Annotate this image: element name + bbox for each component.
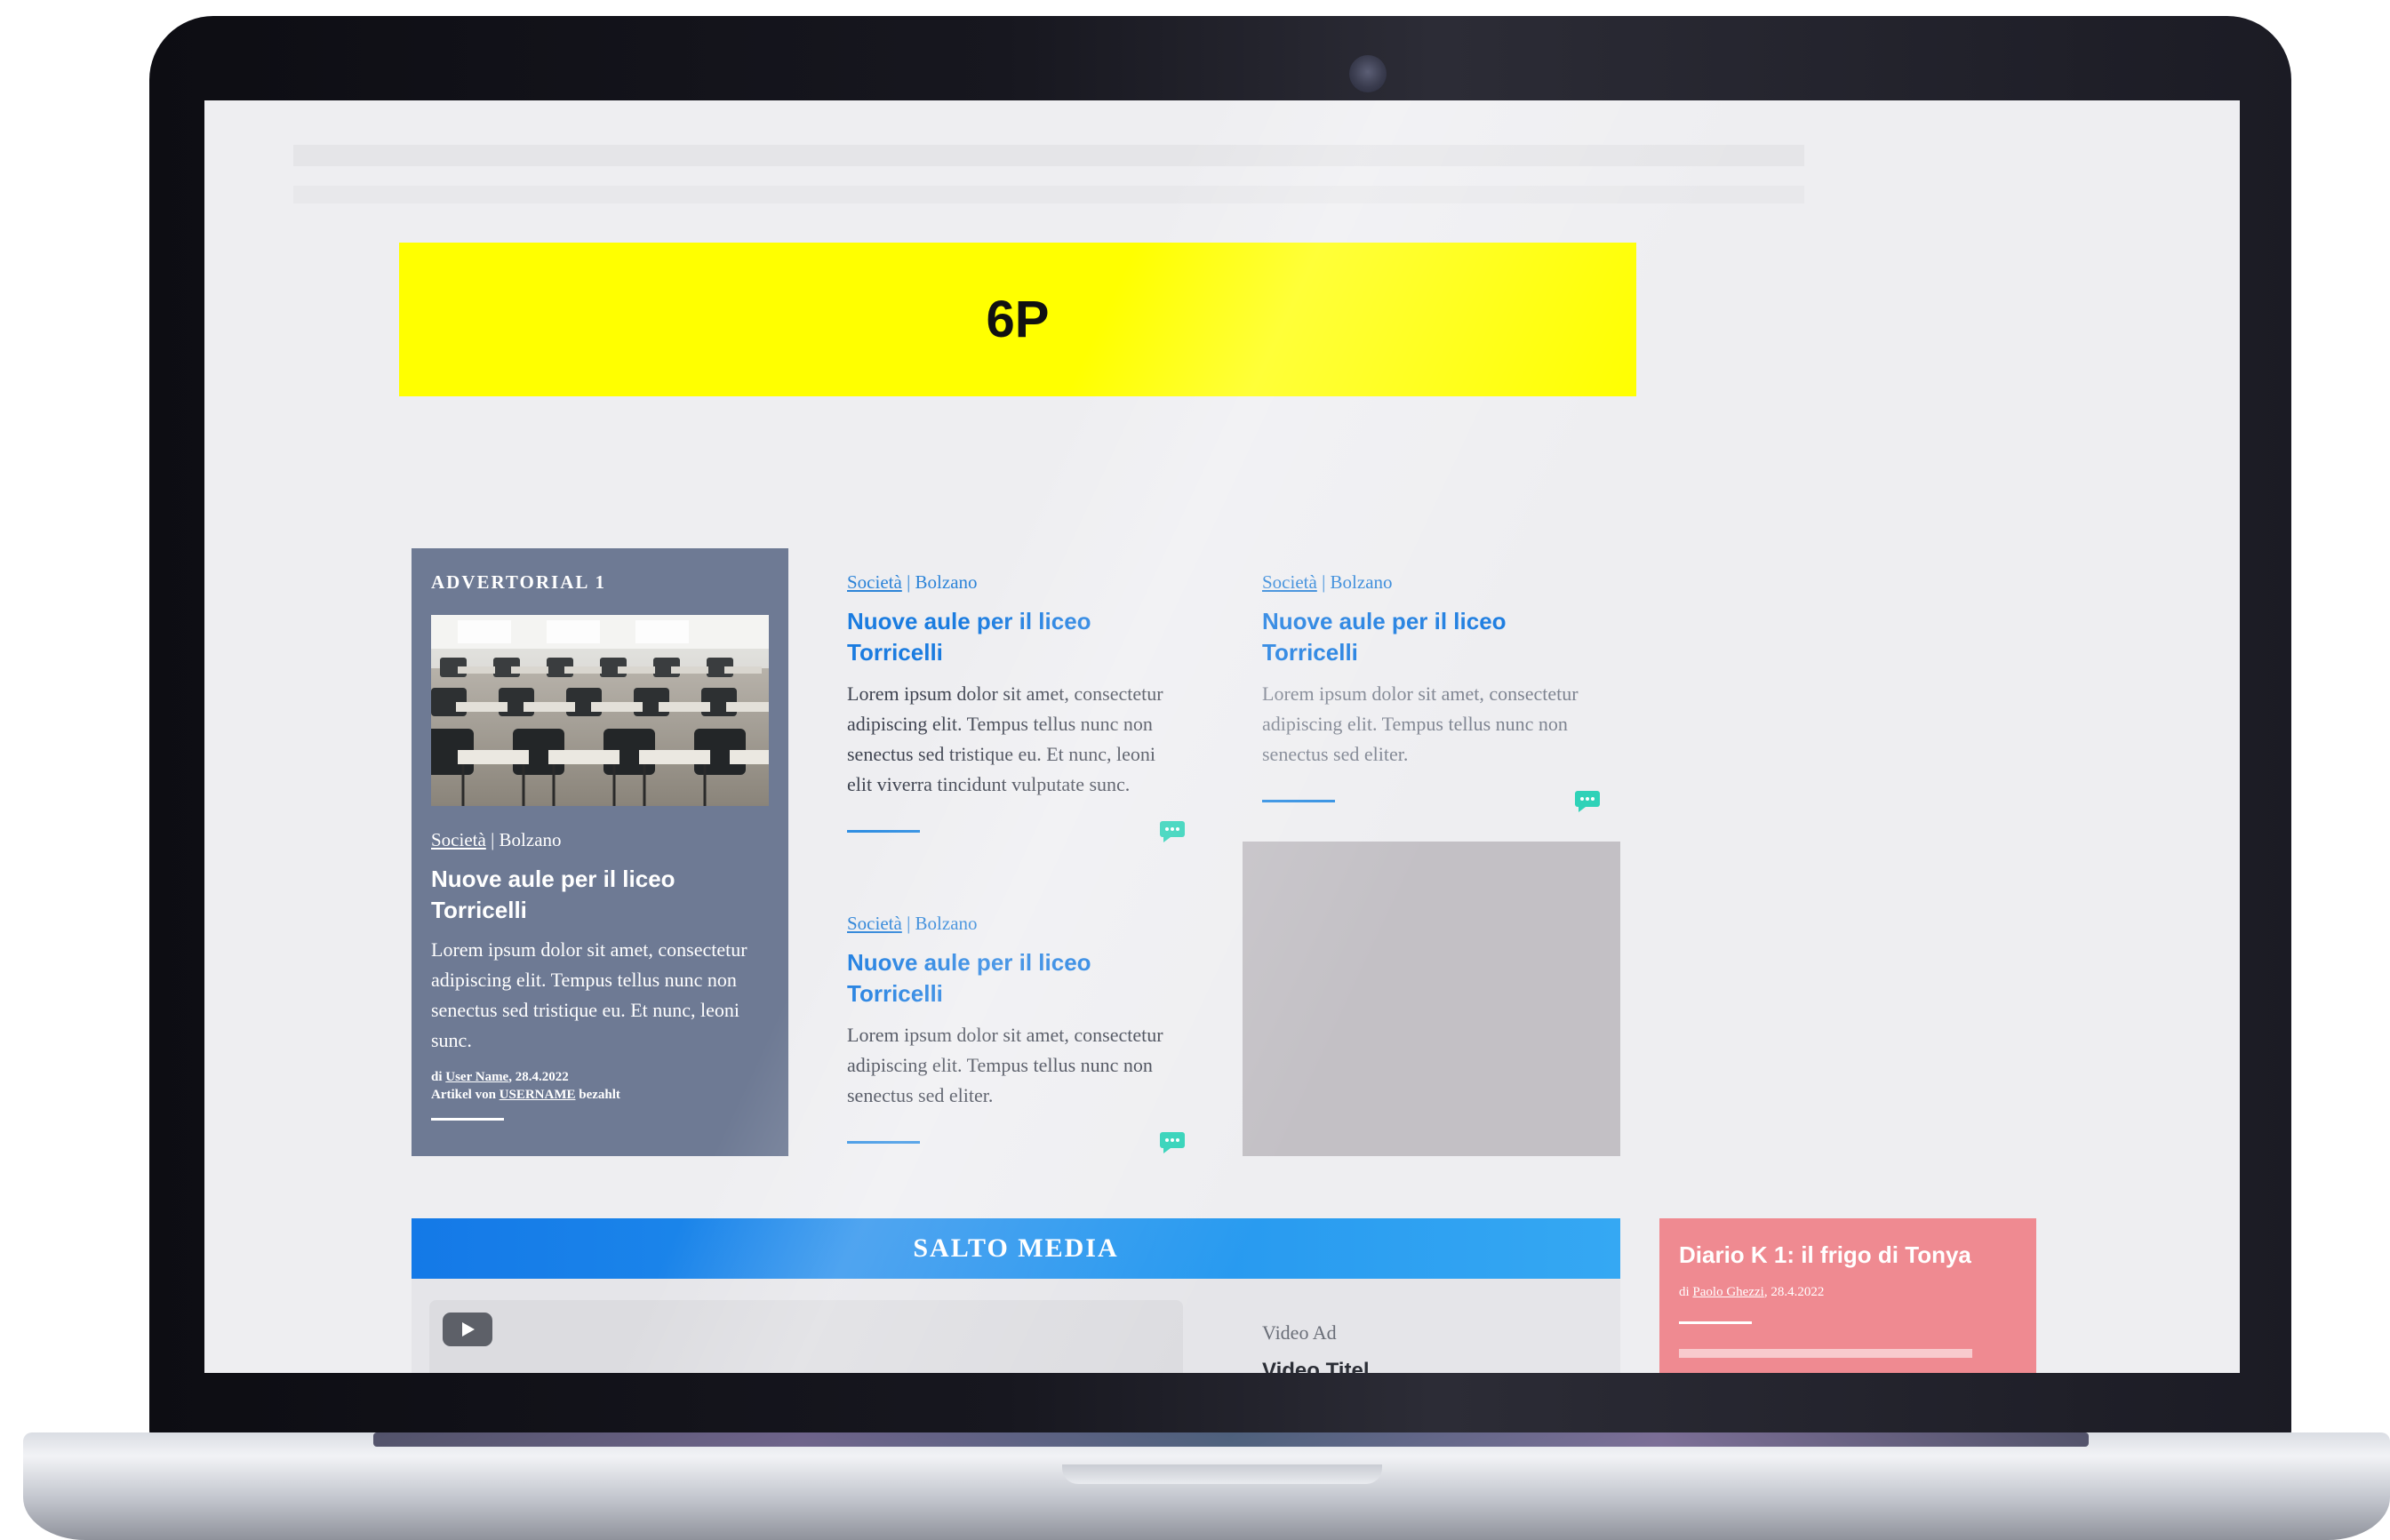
article-footer [847, 1132, 1185, 1157]
article-divider [847, 830, 920, 833]
article-footer [847, 821, 1185, 846]
video-ad-label: Video Ad [1262, 1321, 1337, 1344]
article-body: Lorem ipsum dolor sit amet, consectetur … [1262, 682, 1579, 765]
video-player[interactable] [429, 1300, 1183, 1373]
article-body: Lorem ipsum dolor sit amet, consectetur … [847, 1024, 1163, 1106]
faint-subnavigation [293, 186, 1804, 203]
advertorial-body: Lorem ipsum dolor sit amet, consectetur … [431, 938, 747, 1051]
article-card[interactable]: Società | Bolzano Nuove aule per il lice… [847, 913, 1185, 1157]
sponsor-suffix: bezahlt [575, 1088, 620, 1102]
category-link[interactable]: Società [847, 913, 902, 934]
location-label: Bolzano [1330, 571, 1393, 593]
section-title: SALTO MEDIA [913, 1233, 1119, 1263]
advertorial-card[interactable]: ADVERTORIAL 1 Società | Bolzano Nuove au… [412, 548, 788, 1156]
advertorial-divider [431, 1118, 504, 1121]
category-separator: | [485, 829, 500, 850]
sponsor-prefix: Artikel von [431, 1088, 500, 1102]
article-body: Lorem ipsum dolor sit amet, consectetur … [847, 682, 1163, 795]
author-link[interactable]: User Name [445, 1070, 508, 1084]
category-separator: | [901, 913, 915, 934]
advertorial-meta: di User Name, 28.4.2022 Artikel von USER… [431, 1068, 769, 1104]
advertorial-title: ADVERTORIAL 1 [431, 571, 606, 593]
play-icon[interactable] [443, 1313, 492, 1346]
sponsor-link[interactable]: USERNAME [500, 1088, 576, 1102]
article-divider [1262, 800, 1335, 802]
advertorial-headline[interactable]: Nuove aule per il liceo Torricelli [431, 864, 769, 926]
laptop-notch [1062, 1464, 1382, 1484]
category-separator: | [1316, 571, 1331, 593]
classroom-image[interactable] [431, 615, 769, 806]
advertorial-category: Società | Bolzano [431, 829, 769, 851]
comment-icon[interactable] [1160, 1132, 1185, 1153]
publish-date: , 28.4.2022 [508, 1070, 569, 1084]
salto-media-header: SALTO MEDIA [412, 1218, 1620, 1279]
diary-divider [1679, 1321, 1752, 1324]
author-link[interactable]: Paolo Ghezzi [1692, 1285, 1763, 1299]
location-label: Bolzano [499, 829, 562, 850]
faint-navigation [293, 145, 1804, 166]
article-category: Società | Bolzano [847, 571, 1185, 594]
diary-meta: di Paolo Ghezzi, 28.4.2022 [1679, 1285, 2017, 1300]
article-category: Società | Bolzano [847, 913, 1185, 935]
article-headline[interactable]: Nuove aule per il liceo Torricelli [1262, 606, 1600, 668]
article-headline[interactable]: Nuove aule per il liceo Torricelli [847, 606, 1185, 668]
byline-prefix: di [1679, 1285, 1693, 1299]
byline-prefix: di [431, 1070, 446, 1084]
ad-banner-label: 6P [986, 291, 1050, 348]
video-title[interactable]: Video Titel [1262, 1359, 1369, 1373]
comment-icon[interactable] [1160, 821, 1185, 842]
location-label: Bolzano [915, 913, 978, 934]
article-category: Società | Bolzano [1262, 571, 1600, 594]
webcam-icon [1349, 55, 1387, 92]
article-card[interactable]: Società | Bolzano Nuove aule per il lice… [847, 571, 1185, 846]
article-card[interactable]: Società | Bolzano Nuove aule per il lice… [1262, 571, 1600, 816]
diary-card[interactable]: Diario K 1: il frigo di Tonya di Paolo G… [1659, 1218, 2036, 1373]
article-headline[interactable]: Nuove aule per il liceo Torricelli [847, 947, 1185, 1009]
category-link[interactable]: Società [847, 571, 902, 593]
laptop-screen: 6P ADVERTORIAL 1 Società | Bolzano Nuove… [204, 100, 2240, 1373]
article-divider [847, 1141, 920, 1144]
ad-placeholder-box[interactable] [1243, 842, 1620, 1156]
diary-title[interactable]: Diario K 1: il frigo di Tonya [1679, 1241, 2017, 1269]
publish-date: , 28.4.2022 [1763, 1285, 1825, 1299]
article-footer [1262, 791, 1600, 816]
category-link[interactable]: Società [431, 829, 486, 850]
category-separator: | [901, 571, 915, 593]
category-link[interactable]: Società [1262, 571, 1317, 593]
laptop-base [23, 1432, 2390, 1540]
comment-icon[interactable] [1575, 791, 1600, 812]
location-label: Bolzano [915, 571, 978, 593]
diary-next-line [1679, 1349, 1972, 1358]
keyboard-edge [373, 1432, 2089, 1447]
ad-banner-6p[interactable]: 6P [399, 243, 1636, 396]
